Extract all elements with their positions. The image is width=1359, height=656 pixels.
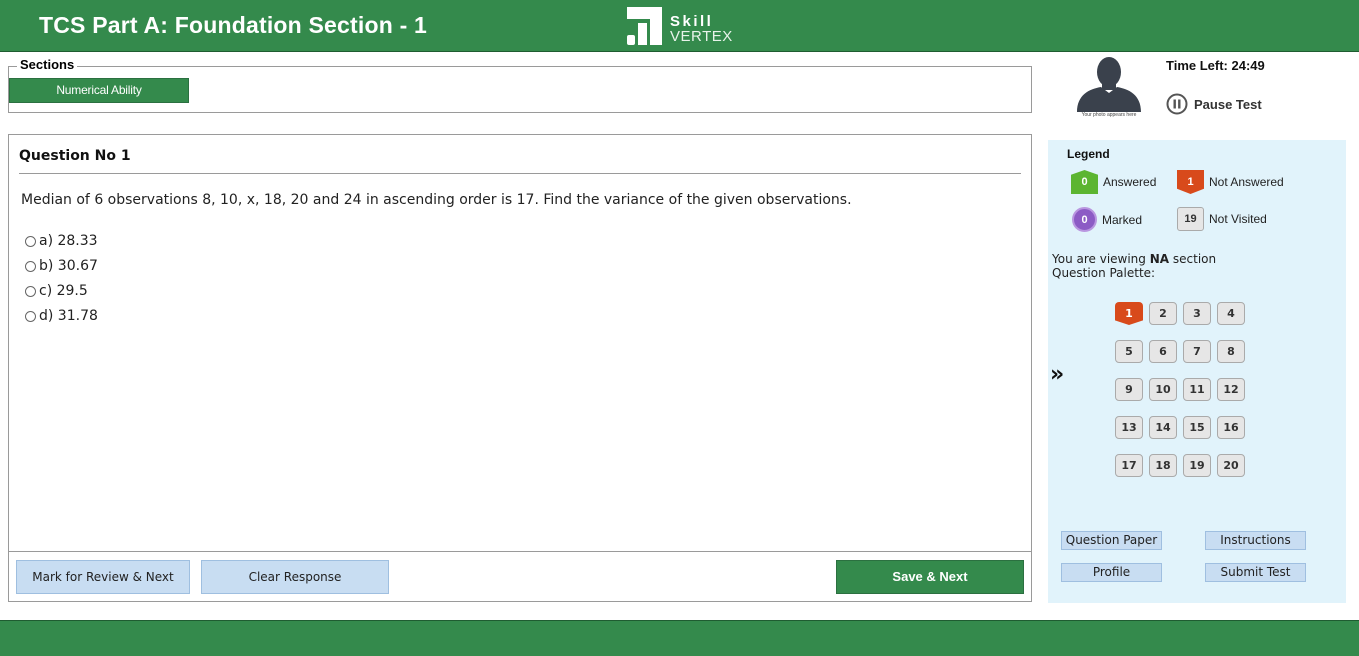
palette-question-13[interactable]: 13	[1115, 416, 1143, 439]
time-left: Time Left: 24:49	[1166, 58, 1265, 73]
pause-icon	[1166, 93, 1188, 115]
option-a-radio[interactable]	[25, 235, 36, 247]
action-divider	[9, 551, 1031, 552]
palette-question-14[interactable]: 14	[1149, 416, 1177, 439]
palette-question-3[interactable]: 3	[1183, 302, 1211, 325]
palette-question-19[interactable]: 19	[1183, 454, 1211, 477]
sections-label: Sections	[17, 57, 78, 72]
question-paper-button[interactable]: Question Paper	[1061, 531, 1162, 550]
not-visited-badge: 19	[1177, 207, 1204, 231]
question-text: Median of 6 observations 8, 10, x, 18, 2…	[21, 192, 852, 208]
viewing-section: NA	[1149, 252, 1170, 266]
palette-question-9[interactable]: 9	[1115, 378, 1143, 401]
option-d-label: d) 31.78	[39, 308, 98, 324]
marked-badge: 0	[1072, 207, 1097, 232]
legend-marked: 0 Marked	[1072, 207, 1142, 232]
section-tab-numerical-ability[interactable]: Numerical Ability	[9, 78, 189, 103]
pause-test-label: Pause Test	[1194, 96, 1262, 112]
viewing-info: You are viewing NA section Question Pale…	[1052, 252, 1216, 280]
legend-not-answered: 1 Not Answered	[1177, 170, 1284, 194]
question-number: Question No 1	[19, 148, 131, 164]
header-bar: TCS Part A: Foundation Section - 1 Skill…	[0, 0, 1359, 52]
clear-response-button[interactable]: Clear Response	[201, 560, 389, 594]
palette-question-4[interactable]: 4	[1217, 302, 1245, 325]
option-b-radio[interactable]	[25, 260, 36, 272]
candidate-photo: Your photo appears here	[1073, 55, 1145, 119]
palette-question-5[interactable]: 5	[1115, 340, 1143, 363]
question-palette-label: Question Palette:	[1052, 266, 1156, 280]
palette-question-2[interactable]: 2	[1149, 302, 1177, 325]
submit-test-button[interactable]: Submit Test	[1205, 563, 1306, 582]
avatar-silhouette-icon	[1077, 57, 1141, 112]
legend-not-visited-label: Not Visited	[1209, 212, 1267, 226]
page-title: TCS Part A: Foundation Section - 1	[39, 12, 428, 38]
palette-question-20[interactable]: 20	[1217, 454, 1245, 477]
option-b-label: b) 30.67	[39, 258, 98, 274]
photo-caption: Your photo appears here	[1081, 112, 1137, 118]
legend-title: Legend	[1067, 147, 1110, 161]
answered-badge: 0	[1071, 170, 1098, 194]
option-d-radio[interactable]	[25, 310, 36, 322]
option-b[interactable]: b) 30.67	[25, 258, 98, 274]
palette-question-11[interactable]: 11	[1183, 378, 1211, 401]
palette-question-15[interactable]: 15	[1183, 416, 1211, 439]
save-next-button[interactable]: Save & Next	[836, 560, 1024, 594]
option-c[interactable]: c) 29.5	[25, 283, 88, 299]
viewing-prefix: You are viewing	[1052, 252, 1150, 266]
not-answered-badge: 1	[1177, 170, 1204, 194]
legend-not-visited: 19 Not Visited	[1177, 207, 1267, 231]
palette-question-8[interactable]: 8	[1217, 340, 1245, 363]
legend-answered: 0 Answered	[1071, 170, 1156, 194]
logo-mark-icon	[627, 7, 662, 45]
skill-vertex-logo: Skill VERTEX	[624, 5, 739, 47]
option-c-label: c) 29.5	[39, 283, 88, 299]
instructions-button[interactable]: Instructions	[1205, 531, 1306, 550]
palette-question-16[interactable]: 16	[1217, 416, 1245, 439]
viewing-suffix: section	[1169, 252, 1217, 266]
legend-marked-label: Marked	[1102, 212, 1143, 227]
question-divider	[19, 173, 1021, 174]
option-d[interactable]: d) 31.78	[25, 308, 98, 324]
expand-chevron-icon[interactable]: »	[1050, 362, 1064, 387]
footer-bar	[0, 620, 1359, 656]
mark-for-review-button[interactable]: Mark for Review & Next	[16, 560, 190, 594]
legend-answered-label: Answered	[1103, 175, 1157, 189]
legend-not-answered-label: Not Answered	[1209, 175, 1284, 189]
profile-button[interactable]: Profile	[1061, 563, 1162, 582]
option-c-radio[interactable]	[25, 285, 36, 297]
pause-test-button[interactable]: Pause Test	[1166, 92, 1262, 116]
palette-question-12[interactable]: 12	[1217, 378, 1245, 401]
option-a-label: a) 28.33	[39, 233, 98, 249]
palette-question-10[interactable]: 10	[1149, 378, 1177, 401]
palette-question-18[interactable]: 18	[1149, 454, 1177, 477]
option-a[interactable]: a) 28.33	[25, 233, 98, 249]
palette-question-7[interactable]: 7	[1183, 340, 1211, 363]
palette-question-6[interactable]: 6	[1149, 340, 1177, 363]
palette-question-1[interactable]: 1	[1115, 302, 1143, 325]
palette-question-17[interactable]: 17	[1115, 454, 1143, 477]
logo-text-vertex: VERTEX	[670, 28, 733, 45]
